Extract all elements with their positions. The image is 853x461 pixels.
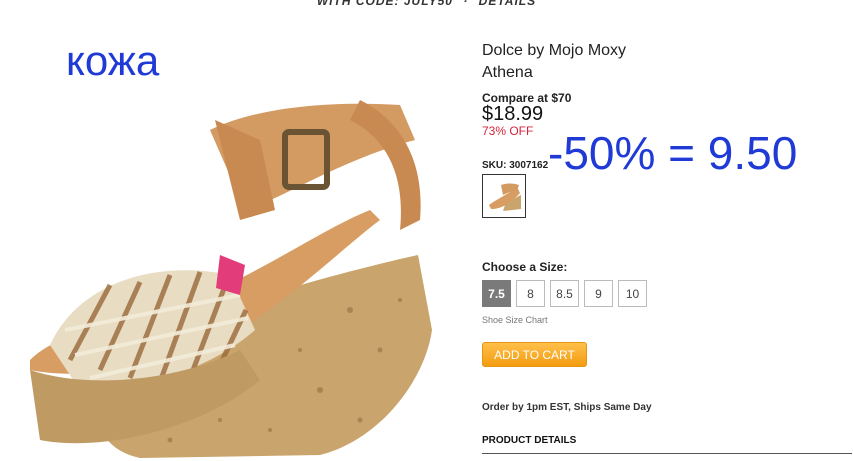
size-option-7-5[interactable]: 7.5	[482, 280, 511, 307]
size-option-8-5[interactable]: 8.5	[550, 280, 579, 307]
promo-code-text: WITH CODE: JULY50	[316, 0, 453, 8]
color-swatch-thumbnail[interactable]	[482, 174, 526, 218]
annotation-discount: -50% = 9.50	[548, 127, 798, 179]
promo-separator: ·	[463, 0, 469, 8]
discount-badge: 73% OFF	[482, 124, 534, 138]
product-name: Athena	[482, 64, 533, 81]
size-selector: 7.5 8 8.5 9 10	[482, 280, 647, 307]
size-label: Choose a Size:	[482, 260, 568, 274]
product-details-heading[interactable]: PRODUCT DETAILS	[482, 435, 576, 446]
product-image	[30, 100, 433, 458]
promo-details-link[interactable]: DETAILS	[479, 0, 536, 8]
add-to-cart-button[interactable]: ADD TO CART	[482, 342, 587, 367]
thumbnail-shoe-icon	[489, 183, 521, 211]
details-divider	[482, 453, 852, 454]
sku-label: SKU: 3007162	[482, 160, 549, 171]
size-chart-link[interactable]: Shoe Size Chart	[482, 315, 548, 325]
shipping-notice: Order by 1pm EST, Ships Same Day	[482, 402, 652, 413]
size-option-10[interactable]: 10	[618, 280, 647, 307]
sale-price: $18.99	[482, 103, 544, 125]
promo-banner: WITH CODE: JULY50 · DETAILS	[0, 0, 853, 8]
size-option-8[interactable]: 8	[516, 280, 545, 307]
size-option-9[interactable]: 9	[584, 280, 613, 307]
product-brand: Dolce by Mojo Moxy	[482, 42, 627, 59]
